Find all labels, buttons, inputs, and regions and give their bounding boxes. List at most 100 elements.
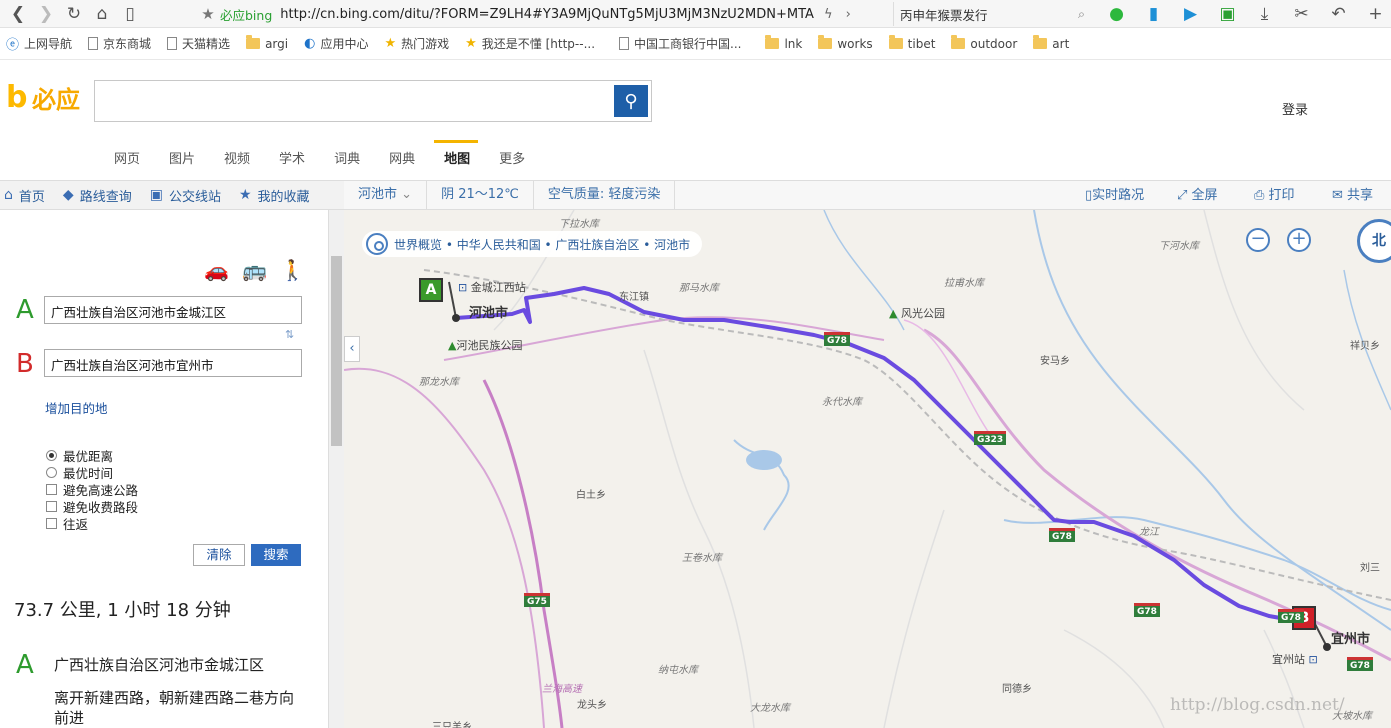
- nav-route[interactable]: ◆ 路线查询: [63, 186, 132, 205]
- url-text[interactable]: http://cn.bing.com/ditu/?FORM=Z9LH4#Y3A9…: [280, 7, 818, 22]
- login-link[interactable]: 登录: [1282, 99, 1308, 118]
- download-icon[interactable]: ⤓: [1246, 0, 1283, 28]
- video-play-icon[interactable]: ▶: [1172, 0, 1209, 28]
- search-icon[interactable]: ⌕: [1078, 6, 1085, 22]
- weather: 阴 21～12℃: [427, 180, 534, 210]
- tab-web[interactable]: 网页: [114, 148, 140, 167]
- tab-images[interactable]: 图片: [169, 148, 195, 167]
- print-icon: ⎙: [1254, 188, 1269, 203]
- bookmark-item[interactable]: ★ 我还是不懂 [http--...: [465, 35, 595, 52]
- bookmark-item[interactable]: ◐ 应用中心: [304, 35, 368, 52]
- road-shield: G78: [1134, 603, 1160, 617]
- bookmark-item[interactable]: ★ 热门游戏: [384, 35, 449, 52]
- scrollbar-thumb[interactable]: [331, 256, 342, 446]
- tab-more[interactable]: 更多: [499, 148, 525, 167]
- step-letter: A: [16, 650, 34, 680]
- tab-videos[interactable]: 视频: [224, 148, 250, 167]
- wechat-icon[interactable]: ●: [1098, 0, 1135, 28]
- map-toolbar: 河池市 ⌄ 阴 21～12℃ 空气质量: 轻度污染 ▯实时路况 ⤢ 全屏 ⎙ 打…: [344, 180, 1391, 210]
- tab-dictionary[interactable]: 词典: [334, 148, 360, 167]
- search-route-button[interactable]: 搜索: [251, 544, 301, 566]
- checkbox[interactable]: [46, 518, 57, 529]
- fullscreen-button[interactable]: ⤢ 全屏: [1177, 181, 1218, 211]
- print-button[interactable]: ⎙ 打印: [1254, 181, 1295, 211]
- collapse-panel-button[interactable]: ‹: [344, 336, 360, 362]
- nav-home[interactable]: ⌂ 首页: [4, 186, 45, 205]
- option-round-trip[interactable]: 往返: [46, 514, 88, 533]
- car-icon[interactable]: 🚗: [204, 258, 242, 282]
- checkbox[interactable]: [46, 484, 57, 495]
- nav-favorites[interactable]: ★ 我的收藏: [239, 186, 310, 205]
- address-bar[interactable]: ★ 必应bing http://cn.bing.com/ditu/?FORM=Z…: [196, 2, 886, 26]
- from-input[interactable]: 广西壮族自治区河池市金城江区: [44, 296, 302, 324]
- travel-modes: 🚗 🚌 🚶: [204, 258, 318, 282]
- to-letter: B: [16, 349, 34, 379]
- refresh-icon[interactable]: ↻: [60, 0, 88, 28]
- bus-icon: ▣: [149, 187, 163, 203]
- bookmark-item[interactable]: outdoor: [951, 35, 1017, 51]
- bookmark-item[interactable]: ⓔ 上网导航: [6, 34, 72, 53]
- city-selector[interactable]: 河池市 ⌄: [344, 180, 428, 210]
- navigation-icon[interactable]: [366, 233, 388, 255]
- home-icon[interactable]: ⌂: [88, 0, 116, 28]
- walk-icon[interactable]: 🚶: [280, 258, 318, 282]
- new-tab-icon[interactable]: +: [1357, 0, 1391, 28]
- poi-minzu-park: ▲河池民族公园: [448, 339, 523, 352]
- swap-icon[interactable]: ⇅: [285, 328, 294, 341]
- train-icon[interactable]: ▣: [1209, 0, 1246, 28]
- bookmark-item[interactable]: art: [1033, 35, 1069, 51]
- bookmark-item[interactable]: works: [818, 35, 873, 51]
- add-destination-link[interactable]: 增加目的地: [45, 398, 108, 417]
- phone-icon[interactable]: ▮: [1135, 0, 1172, 28]
- map-breadcrumb[interactable]: 世界概览 • 中华人民共和国 • 广西壮族自治区 • 河池市: [362, 231, 703, 257]
- share-button[interactable]: ✉ 共享: [1332, 181, 1373, 211]
- search-button[interactable]: ⚲: [614, 85, 648, 117]
- label-reservoir: 大龙水库: [750, 703, 790, 714]
- label-town: 刘三: [1360, 563, 1380, 574]
- nav-transit[interactable]: ▣ 公交线站: [150, 186, 221, 205]
- to-input[interactable]: 广西壮族自治区河池市宜州市: [44, 349, 302, 377]
- map-canvas[interactable]: ‹ 世界概览 • 中华人民共和国 • 广西壮族自治区 • 河池市 − + 北 A…: [344, 210, 1391, 728]
- bookmark-item[interactable]: 天猫精选: [167, 35, 230, 52]
- forward-icon[interactable]: ❯: [32, 0, 60, 28]
- zoom-out-button[interactable]: −: [1246, 228, 1270, 252]
- search-input[interactable]: [94, 80, 652, 122]
- chevron-right-icon[interactable]: ›: [838, 7, 858, 22]
- scissors-icon[interactable]: ✂: [1283, 0, 1320, 28]
- undo-icon[interactable]: ↶: [1320, 0, 1357, 28]
- poi-jinchengjiang-station: ⊡ 金城江西站: [458, 281, 526, 294]
- bookmark-item[interactable]: 中国工商银行中国...: [619, 35, 741, 52]
- tab-maps[interactable]: 地图: [434, 140, 479, 167]
- hot-search-box[interactable]: 丙申年猴票发行 ⌕: [893, 2, 1091, 26]
- clear-button[interactable]: 清除: [193, 544, 245, 566]
- bookmark-item[interactable]: tibet: [888, 35, 935, 51]
- panel-scrollbar[interactable]: [328, 210, 344, 728]
- reader-icon[interactable]: ▯: [116, 0, 144, 28]
- bookmark-star-icon[interactable]: ★: [196, 5, 220, 23]
- lightning-icon[interactable]: ϟ: [818, 7, 838, 22]
- tab-wangdian[interactable]: 网典: [389, 148, 415, 167]
- back-icon[interactable]: ❮: [4, 0, 32, 28]
- step-title: 广西壮族自治区河池市金城江区: [54, 656, 265, 674]
- bus-icon[interactable]: 🚌: [242, 258, 280, 282]
- start-pin[interactable]: A: [419, 278, 443, 302]
- radio[interactable]: [46, 467, 57, 478]
- radio-selected[interactable]: [46, 450, 57, 461]
- label-town: 白土乡: [576, 490, 606, 501]
- label-reservoir: 王卷水库: [682, 553, 722, 564]
- traffic-toggle[interactable]: ▯实时路况: [1085, 181, 1144, 211]
- bing-logo[interactable]: b 必应: [6, 80, 80, 115]
- bookmark-item[interactable]: 京东商城: [88, 35, 151, 52]
- search-icon: ⚲: [624, 90, 638, 112]
- station-icon: ⊡: [1308, 653, 1318, 666]
- folder-icon: [888, 35, 903, 49]
- folder-icon: [818, 35, 833, 49]
- tab-academic[interactable]: 学术: [279, 148, 305, 167]
- bookmarks-bar: ⓔ 上网导航 京东商城 天猫精选 argi ◐ 应用中心 ★ 热门游戏 ★ 我还是不懂 …: [0, 28, 1391, 60]
- step-description: 离开新建西路，朝新建西路二巷方向前进: [54, 689, 295, 727]
- bookmark-item[interactable]: lnk: [765, 35, 802, 51]
- zoom-in-button[interactable]: +: [1287, 228, 1311, 252]
- bookmark-item[interactable]: argi: [246, 35, 288, 51]
- label-reservoir: 下拉水库: [559, 219, 599, 230]
- checkbox[interactable]: [46, 501, 57, 512]
